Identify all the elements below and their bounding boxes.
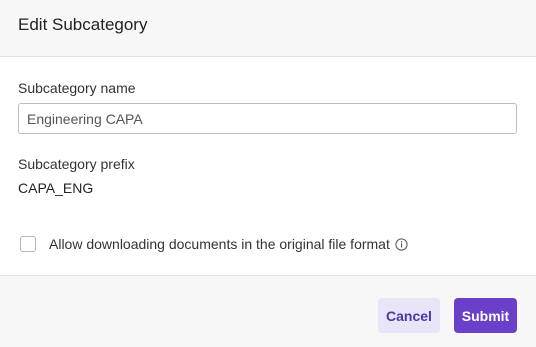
edit-subcategory-dialog: Edit Subcategory Subcategory name Subcat… <box>0 0 536 347</box>
allow-download-checkbox[interactable] <box>20 236 36 252</box>
allow-download-label[interactable]: Allow downloading documents in the origi… <box>49 236 390 252</box>
allow-download-option[interactable]: Allow downloading documents in the origi… <box>20 234 408 254</box>
subcategory-name-label: Subcategory name <box>18 80 136 96</box>
subcategory-prefix-value: CAPA_ENG <box>18 180 94 196</box>
dialog-footer: Cancel Submit <box>0 275 536 347</box>
submit-button[interactable]: Submit <box>454 298 517 333</box>
cancel-button[interactable]: Cancel <box>378 298 440 333</box>
subcategory-name-input[interactable] <box>18 103 517 134</box>
dialog-header: Edit Subcategory <box>0 0 536 57</box>
info-circle-icon[interactable] <box>395 237 408 251</box>
subcategory-prefix-label: Subcategory prefix <box>18 156 135 172</box>
dialog-title: Edit Subcategory <box>18 15 148 34</box>
